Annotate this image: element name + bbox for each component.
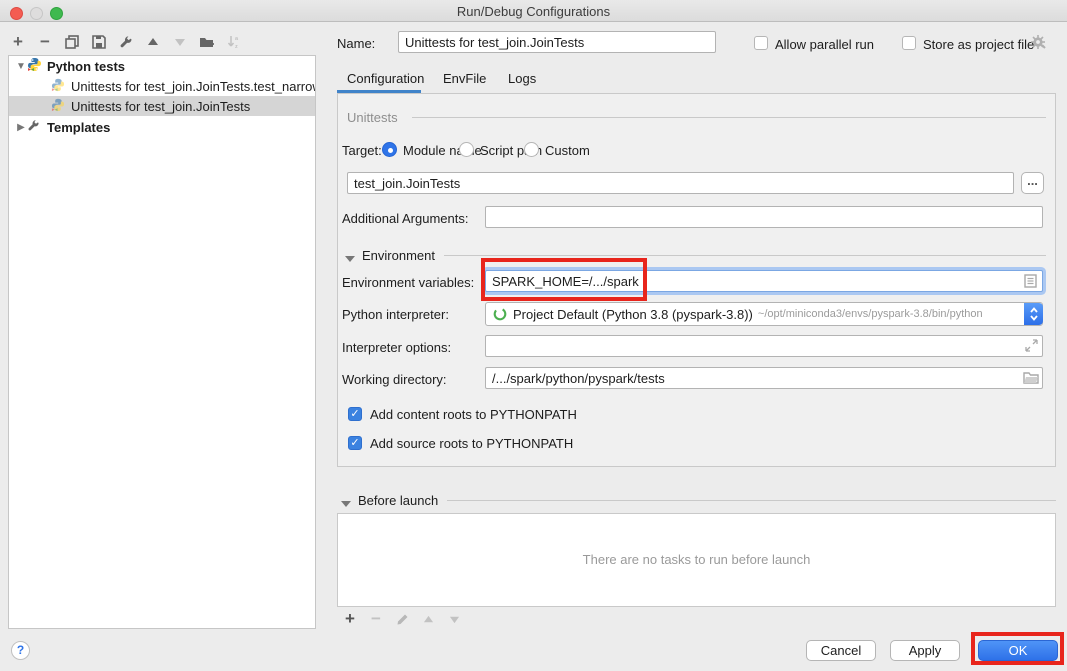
add-configuration-button[interactable]: + bbox=[10, 34, 26, 50]
expand-field-icon[interactable] bbox=[1025, 339, 1038, 355]
move-up-icon[interactable] bbox=[145, 34, 161, 50]
environment-variables-input[interactable] bbox=[485, 270, 1043, 292]
collapse-chevron-icon[interactable]: ▼ bbox=[15, 61, 27, 72]
folder-browse-icon[interactable] bbox=[1023, 371, 1039, 387]
tree-item-templates[interactable]: ▶ Templates bbox=[9, 116, 315, 138]
save-configuration-icon[interactable] bbox=[91, 34, 107, 50]
conda-environment-icon bbox=[493, 307, 507, 321]
window-title: Run/Debug Configurations bbox=[0, 4, 1067, 19]
tree-item-label: Python tests bbox=[47, 59, 125, 74]
group-divider bbox=[412, 117, 1046, 118]
content-roots-label: Add content roots to PYTHONPATH bbox=[370, 407, 577, 422]
python-interpreter-combobox[interactable]: Project Default (Python 3.8 (pyspark-3.8… bbox=[485, 302, 1043, 326]
environment-variables-label: Environment variables: bbox=[342, 275, 474, 290]
add-task-button[interactable]: + bbox=[342, 611, 358, 627]
interpreter-value: Project Default (Python 3.8 (pyspark-3.8… bbox=[513, 307, 753, 322]
section-divider bbox=[447, 500, 1056, 501]
move-down-icon[interactable] bbox=[172, 34, 188, 50]
additional-arguments-label: Additional Arguments: bbox=[342, 211, 468, 226]
task-move-up-icon[interactable] bbox=[420, 611, 436, 627]
store-as-project-file-label: Store as project file bbox=[923, 37, 1034, 52]
remove-configuration-button[interactable]: − bbox=[37, 34, 53, 50]
name-label: Name: bbox=[337, 36, 375, 51]
title-bar: Run/Debug Configurations bbox=[0, 0, 1067, 22]
before-launch-header: Before launch bbox=[358, 493, 438, 508]
tab-configuration[interactable]: Configuration bbox=[347, 71, 424, 86]
before-launch-toolbar: + − bbox=[342, 610, 462, 628]
content-roots-checkbox[interactable]: ✓ bbox=[348, 407, 362, 421]
env-vars-list-icon[interactable] bbox=[1024, 274, 1037, 291]
help-button[interactable]: ? bbox=[11, 641, 30, 660]
sort-alphabetically-icon[interactable]: az bbox=[226, 34, 242, 50]
before-launch-task-list[interactable]: There are no tasks to run before launch bbox=[337, 513, 1056, 607]
environment-header: Environment bbox=[362, 248, 435, 263]
store-as-project-file-checkbox[interactable] bbox=[902, 36, 916, 50]
name-input[interactable] bbox=[398, 31, 716, 53]
edit-templates-wrench-icon[interactable] bbox=[118, 34, 134, 50]
section-divider bbox=[444, 255, 1046, 256]
interpreter-path: ~/opt/miniconda3/envs/pyspark-3.8/bin/py… bbox=[758, 308, 983, 320]
new-folder-icon[interactable] bbox=[199, 34, 215, 50]
tree-item-label: Unittests for test_join.JoinTests bbox=[71, 99, 250, 114]
python-tests-icon bbox=[27, 57, 43, 75]
svg-text:a: a bbox=[235, 36, 239, 42]
configurations-tree: ▼ Python tests Unittests for test_join.J… bbox=[8, 55, 316, 629]
configurations-toolbar: + − az bbox=[10, 33, 242, 51]
edit-task-pencil-icon[interactable] bbox=[394, 611, 410, 627]
python-test-icon bbox=[51, 98, 67, 115]
allow-parallel-run-checkbox[interactable] bbox=[754, 36, 768, 50]
radio-script-path[interactable] bbox=[459, 142, 474, 157]
environment-collapse-icon[interactable] bbox=[345, 250, 355, 265]
interpreter-options-input[interactable] bbox=[485, 335, 1043, 357]
working-directory-label: Working directory: bbox=[342, 372, 447, 387]
tab-logs[interactable]: Logs bbox=[508, 71, 536, 86]
copy-configuration-icon[interactable] bbox=[64, 34, 80, 50]
radio-custom-label: Custom bbox=[545, 143, 590, 158]
target-input[interactable] bbox=[347, 172, 1014, 194]
python-interpreter-label: Python interpreter: bbox=[342, 307, 449, 322]
task-move-down-icon[interactable] bbox=[446, 611, 462, 627]
interpreter-dropdown-spinner-icon[interactable] bbox=[1024, 303, 1043, 325]
tree-item-label: Templates bbox=[47, 120, 110, 135]
source-roots-checkbox[interactable]: ✓ bbox=[348, 436, 362, 450]
tree-item-test-narrow[interactable]: Unittests for test_join.JoinTests.test_n… bbox=[9, 76, 315, 96]
additional-arguments-input[interactable] bbox=[485, 206, 1043, 228]
unittests-group-title: Unittests bbox=[347, 110, 398, 125]
before-launch-empty-text: There are no tasks to run before launch bbox=[338, 552, 1055, 567]
before-launch-collapse-icon[interactable] bbox=[341, 495, 351, 510]
tree-item-python-tests[interactable]: ▼ Python tests bbox=[9, 56, 315, 76]
allow-parallel-run-label: Allow parallel run bbox=[775, 37, 874, 52]
templates-wrench-icon bbox=[27, 119, 43, 135]
python-test-icon bbox=[51, 78, 67, 95]
interpreter-options-label: Interpreter options: bbox=[342, 340, 451, 355]
target-label: Target: bbox=[342, 143, 382, 158]
svg-text:z: z bbox=[235, 44, 238, 49]
source-roots-label: Add source roots to PYTHONPATH bbox=[370, 436, 573, 451]
browse-ellipsis-button[interactable]: ... bbox=[1021, 172, 1044, 194]
tree-item-jointests-selected[interactable]: Unittests for test_join.JoinTests bbox=[9, 96, 315, 116]
working-directory-input[interactable] bbox=[485, 367, 1043, 389]
expand-chevron-icon[interactable]: ▶ bbox=[15, 122, 27, 133]
radio-custom[interactable] bbox=[524, 142, 539, 157]
ok-button[interactable]: OK bbox=[978, 640, 1058, 661]
radio-module-name[interactable] bbox=[382, 142, 397, 157]
tree-item-label: Unittests for test_join.JoinTests.test_n… bbox=[71, 79, 315, 94]
apply-button[interactable]: Apply bbox=[890, 640, 960, 661]
tab-envfile[interactable]: EnvFile bbox=[443, 71, 486, 86]
gear-icon[interactable] bbox=[1030, 34, 1047, 54]
remove-task-button[interactable]: − bbox=[368, 611, 384, 627]
cancel-button[interactable]: Cancel bbox=[806, 640, 876, 661]
